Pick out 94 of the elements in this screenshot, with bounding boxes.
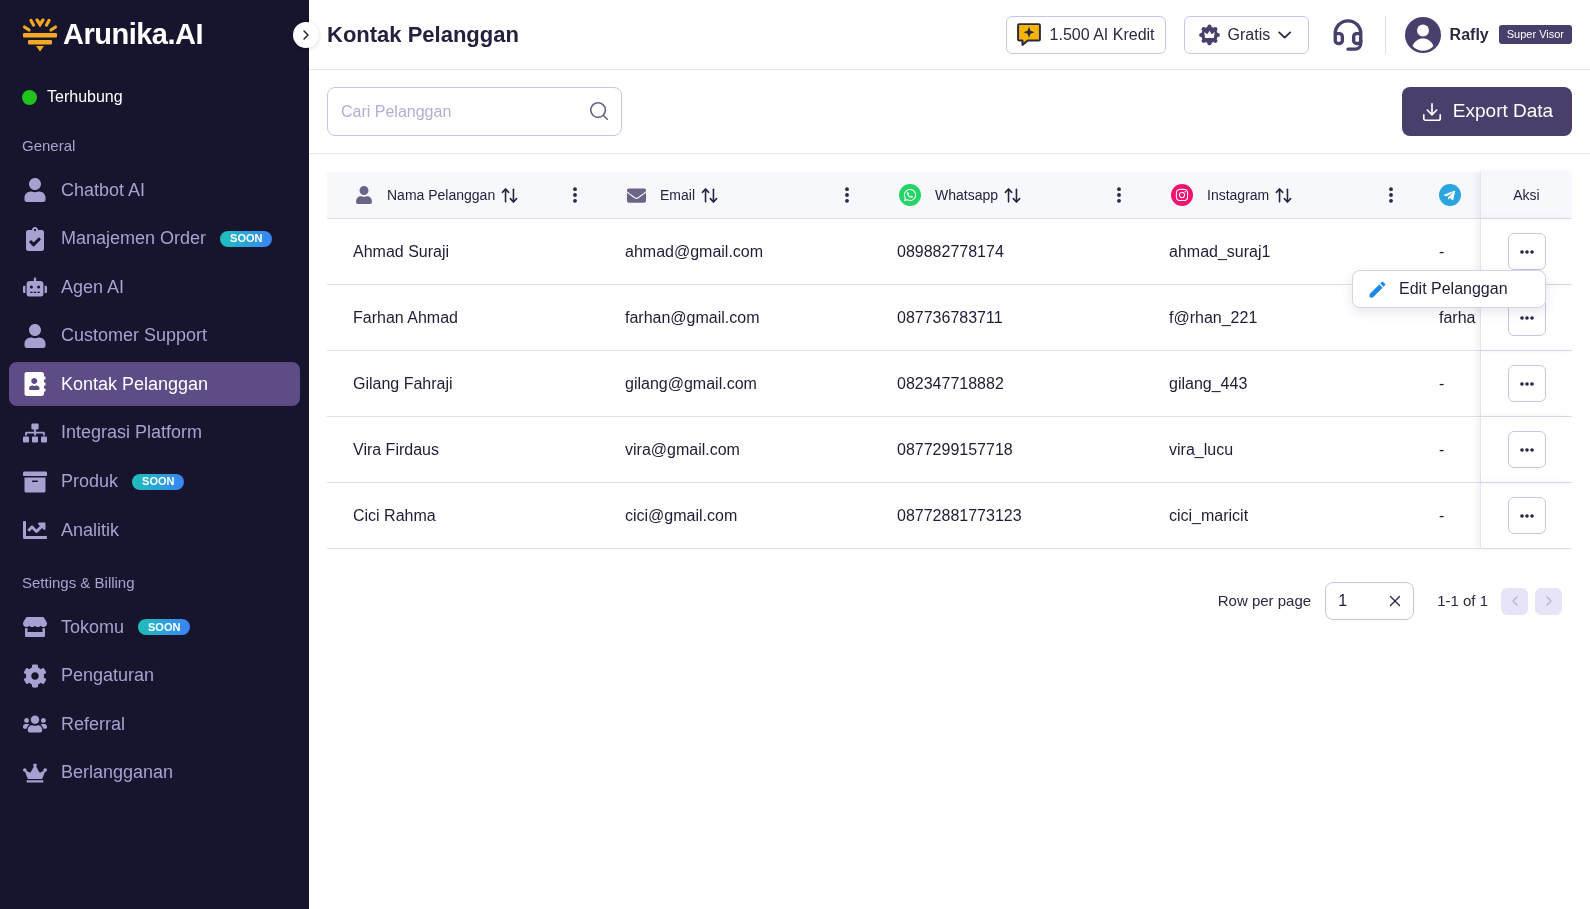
column-header: Whatsapp bbox=[935, 185, 999, 205]
chat-sparkle-icon bbox=[1016, 23, 1041, 46]
table-cell: Farhan Ahmad bbox=[353, 308, 458, 327]
export-button[interactable]: Export Data bbox=[1402, 87, 1572, 136]
row-actions-button[interactable] bbox=[1507, 365, 1546, 402]
address-book-icon bbox=[23, 372, 47, 397]
instagram-icon bbox=[1171, 184, 1193, 206]
nav-item[interactable]: Chatbot AI bbox=[9, 168, 300, 212]
sort-icon[interactable] bbox=[700, 185, 719, 205]
nav-item[interactable]: Referral bbox=[9, 702, 300, 747]
table-cell: 082347718882 bbox=[897, 374, 1004, 393]
section-label: Settings & Billing bbox=[22, 572, 135, 593]
table-cell: 089882778174 bbox=[897, 242, 1004, 261]
table-cell: f@rhan_221 bbox=[1169, 308, 1258, 327]
table-cell: - bbox=[1439, 506, 1445, 525]
table-cell: Ahmad Suraji bbox=[353, 242, 450, 261]
nav-item[interactable]: Agen AI bbox=[9, 265, 300, 310]
table-cell: 0877299157718 bbox=[897, 440, 1013, 459]
sort-icon[interactable] bbox=[500, 185, 520, 205]
archive-box-icon bbox=[23, 469, 47, 494]
table-cell: Vira Firdaus bbox=[353, 440, 439, 459]
row-actions-button[interactable] bbox=[1507, 233, 1546, 270]
more-icon bbox=[1519, 381, 1534, 386]
person-icon bbox=[23, 323, 47, 348]
soon-badge: SOON bbox=[132, 473, 185, 490]
person-icon bbox=[355, 186, 373, 204]
table-cell: gilang@gmail.com bbox=[625, 374, 757, 393]
credits-button[interactable]: 1.500 AI Kredit bbox=[1005, 15, 1166, 54]
mail-icon bbox=[627, 185, 646, 205]
sitemap-icon bbox=[23, 420, 47, 445]
nav-item[interactable]: Kontak Pelanggan bbox=[9, 362, 300, 407]
table-cell: ahmad_suraj1 bbox=[1169, 242, 1271, 261]
row-actions-button[interactable] bbox=[1507, 497, 1546, 534]
table-cell: 087736783711 bbox=[897, 308, 1003, 327]
column-header: Nama Pelanggan bbox=[387, 185, 496, 205]
table-cell: vira@gmail.com bbox=[625, 440, 740, 459]
table-cell: vira_lucu bbox=[1169, 440, 1234, 459]
table-cell: - bbox=[1439, 242, 1445, 261]
table-cell: cici_maricit bbox=[1169, 506, 1249, 525]
page-range: 1-1 of 1 bbox=[1437, 590, 1488, 611]
table-cell: ahmad@gmail.com bbox=[625, 242, 764, 261]
robot-icon bbox=[23, 275, 47, 300]
column-header: Aksi bbox=[1513, 185, 1540, 205]
sort-icon[interactable] bbox=[1003, 185, 1023, 205]
chevron-down-icon bbox=[1278, 30, 1292, 39]
search-field[interactable]: Cari Pelanggan bbox=[327, 87, 622, 136]
more-icon bbox=[1519, 249, 1534, 254]
nav-item[interactable]: Tokomu SOON bbox=[9, 605, 300, 650]
avatar-icon[interactable] bbox=[1404, 16, 1441, 53]
nav-item[interactable]: Manajemen Order SOON bbox=[9, 216, 300, 261]
table-cell: 08772881773123 bbox=[897, 506, 1022, 525]
more-icon bbox=[1519, 315, 1534, 320]
nav-item[interactable]: Pengaturan bbox=[9, 653, 300, 698]
crown-badge-icon bbox=[1198, 23, 1220, 46]
paper-plane-icon bbox=[1439, 184, 1461, 206]
nav-item[interactable]: Analitik bbox=[9, 508, 300, 553]
row-actions-button[interactable] bbox=[1507, 431, 1546, 468]
table-cell: Gilang Fahraji bbox=[353, 374, 453, 393]
nav-item[interactable]: Customer Support bbox=[9, 313, 300, 358]
person-icon bbox=[23, 178, 47, 202]
logo-text: Arunika.AI bbox=[63, 17, 204, 53]
table-cell: - bbox=[1439, 440, 1445, 459]
rows-per-page-field[interactable]: 1 bbox=[1325, 582, 1415, 620]
table-cell: farhan@gmail.com bbox=[625, 308, 760, 327]
sun-logo-icon bbox=[22, 18, 58, 52]
table-cell: farha bbox=[1439, 308, 1476, 327]
settings-icon bbox=[23, 663, 47, 688]
soon-badge: SOON bbox=[138, 619, 191, 636]
store-icon bbox=[23, 615, 47, 640]
table-cell: gilang_443 bbox=[1169, 374, 1248, 393]
search-icon bbox=[588, 100, 610, 122]
column-header: Email bbox=[660, 185, 695, 205]
sort-icon[interactable] bbox=[1274, 185, 1294, 205]
more-icon bbox=[1519, 447, 1534, 452]
menu-item[interactable]: Edit Pelanggan bbox=[1353, 271, 1545, 307]
rows-per-page-label: Row per page bbox=[1217, 590, 1312, 611]
table-cell: - bbox=[1439, 374, 1445, 393]
clipboard-check-icon bbox=[23, 226, 47, 251]
whatsapp-icon bbox=[899, 184, 921, 206]
nav-item[interactable]: Integrasi Platform bbox=[9, 410, 300, 455]
role-badge: Super Visor bbox=[1498, 25, 1572, 44]
more-icon bbox=[1519, 513, 1534, 518]
user-name: Rafly bbox=[1449, 24, 1489, 45]
nav-item[interactable]: Produk SOON bbox=[9, 459, 300, 504]
status-text: Terhubung bbox=[47, 87, 123, 107]
soon-badge: SOON bbox=[220, 230, 273, 247]
nav-item[interactable]: Berlangganan bbox=[9, 750, 300, 795]
page-title: Kontak Pelanggan bbox=[327, 21, 519, 49]
table-cell: cici@gmail.com bbox=[625, 506, 738, 525]
table-cell: Cici Rahma bbox=[353, 506, 436, 525]
column-header: Instagram bbox=[1207, 185, 1270, 205]
section-label: General bbox=[22, 135, 76, 156]
plan-dropdown[interactable]: Gratis bbox=[1183, 15, 1309, 54]
download-icon bbox=[1420, 100, 1443, 123]
